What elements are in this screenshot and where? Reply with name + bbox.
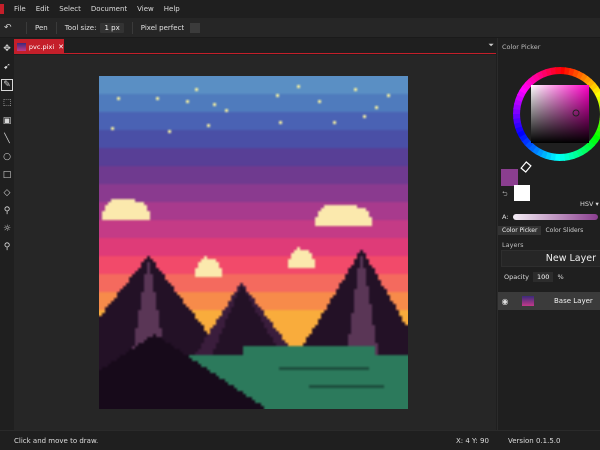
rectangle-icon[interactable]: □ [0,168,14,182]
alpha-slider[interactable] [513,214,598,220]
zoom-icon[interactable]: ⚲ [0,240,14,254]
color-picker-tabs: Color Picker Color Sliders [498,224,600,236]
menu-file[interactable]: File [14,5,26,13]
tool-options-bar: ↶ Pen Tool size: 1 px Pixel perfect [0,18,600,38]
secondary-color-swatch[interactable] [514,185,530,201]
eraser-icon[interactable]: ◇ [0,186,14,200]
undo-icon[interactable]: ↶ [4,23,18,33]
document-tab-bar: pvc.pixi ✕ ⏷ [14,38,496,54]
color-mode-dropdown[interactable]: HSV ▾ [580,200,599,208]
opacity-unit: % [557,273,564,281]
document-thumbnail [17,42,26,51]
layer-thumbnail [522,296,534,306]
primary-color-swatch[interactable] [501,169,518,186]
alpha-label: A: [502,213,509,221]
brightness-icon[interactable]: ☼ [0,222,14,236]
cursor-coordinates: X: 4 Y: 90 [456,436,489,445]
color-picker-icon[interactable]: ⚲ [0,204,14,218]
eye-icon[interactable]: ◉ [498,297,512,306]
pen-icon[interactable]: ✎ [0,78,14,92]
close-icon[interactable]: ✕ [58,43,64,51]
bucket-icon[interactable]: ▣ [0,114,14,128]
right-panel: Color Picker ⮌ HSV ▾ A: Color Picker Col… [497,38,600,430]
pixel-perfect-label: Pixel perfect [140,23,185,32]
pixel-perfect-checkbox[interactable] [190,22,201,33]
pixel-art-canvas[interactable] [99,76,408,409]
tools-toolbar: ✥ ➹ ✎ ⬚ ▣ ╲ ○ □ ◇ ⚲ ☼ ⚲ [0,38,14,430]
menu-view[interactable]: View [137,5,154,13]
tab-menu-icon[interactable]: ⏷ [488,41,494,50]
document-tab[interactable]: pvc.pixi ✕ [14,39,64,54]
menu-select[interactable]: Select [59,5,81,13]
color-wheel[interactable] [506,58,600,198]
swap-colors-icon[interactable]: ⮌ [502,190,508,201]
current-tool-label: Pen [35,23,48,32]
status-bar: Click and move to draw. X: 4 Y: 90 Versi… [0,430,600,450]
divider [26,21,27,34]
hue-handle[interactable] [520,161,532,173]
divider [131,21,133,34]
tool-size-input[interactable]: 1 px [100,22,124,33]
pointer-icon[interactable]: ➹ [0,60,14,74]
tool-size-label: Tool size: [64,23,97,32]
app-logo [0,4,4,14]
document-tab-name: pvc.pixi [28,42,55,51]
layer-name: Base Layer [554,297,593,305]
menu-bar: File Edit Select Document View Help [0,0,600,18]
menu-document[interactable]: Document [91,5,127,13]
opacity-input[interactable]: 100 [533,272,554,282]
circle-icon[interactable]: ○ [0,150,14,164]
select-icon[interactable]: ⬚ [0,96,14,110]
move-icon[interactable]: ✥ [0,42,14,56]
menu-edit[interactable]: Edit [36,5,50,13]
layer-item[interactable]: ◉ Base Layer [498,292,600,310]
color-picker-title: Color Picker [502,43,541,51]
status-message: Click and move to draw. [14,436,99,445]
version-label: Version 0.1.5.0 [508,436,561,445]
opacity-label: Opacity [504,273,530,281]
new-layer-button[interactable]: New Layer [501,250,600,267]
tab-color-sliders[interactable]: Color Sliders [541,226,587,235]
color-mode-value: HSV [580,200,594,208]
tab-color-picker[interactable]: Color Picker [498,225,542,235]
line-icon[interactable]: ╲ [0,132,14,146]
divider [55,21,57,34]
layers-title: Layers [502,241,524,249]
menu-help[interactable]: Help [164,5,180,13]
value-gradient [531,85,589,143]
opacity-row: Opacity 100 % [504,272,564,282]
